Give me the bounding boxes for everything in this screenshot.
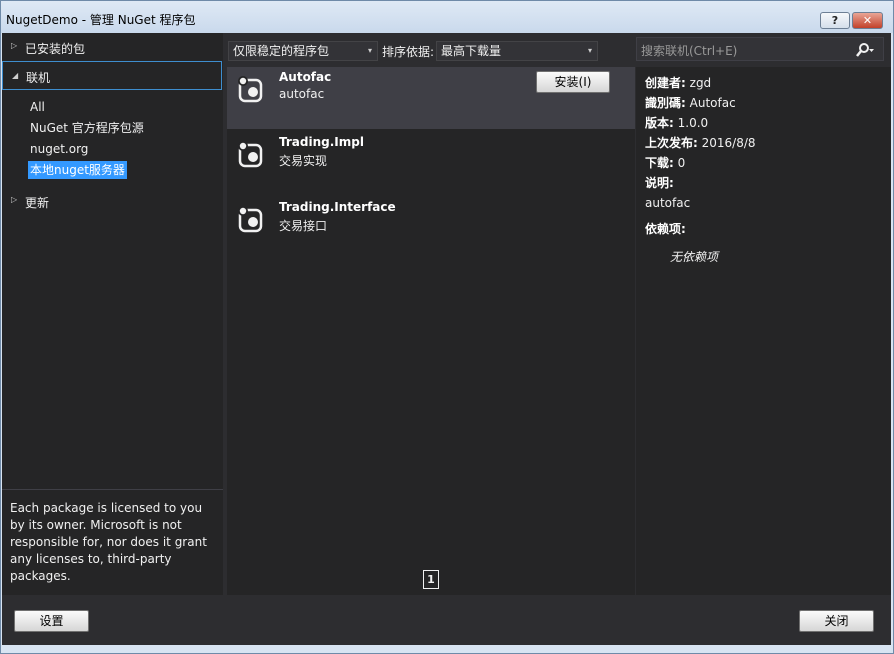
search-input[interactable]: 搜索联机(Ctrl+E) [636, 37, 884, 61]
dropdown-value: 仅限稳定的程序包 [233, 44, 330, 58]
package-details: 创建者: zgd 識別碼: Autofac 版本: 1.0.0 上次发布: 20… [636, 67, 891, 595]
package-item[interactable]: Trading.Interface 交易接口 [227, 197, 635, 259]
license-notice: Each package is licensed to you by its o… [2, 489, 223, 595]
detail-description: autofac [645, 196, 691, 210]
nuget-dialog: NugetDemo - 管理 NuGet 程序包 ? ✕ ▷ 已安装的包 ◢ 联… [0, 0, 894, 654]
chevron-down-icon: ▾ [587, 46, 592, 55]
package-description: 交易实现 [279, 154, 328, 168]
package-name: Trading.Interface [279, 200, 396, 214]
package-name: Trading.Impl [279, 135, 364, 149]
tree-item-label: 联机 [26, 71, 51, 85]
title-bar: NugetDemo - 管理 NuGet 程序包 ? ✕ [1, 1, 893, 33]
sort-dropdown[interactable]: 最高下载量 ▾ [436, 41, 598, 61]
search-icon[interactable] [856, 42, 874, 58]
package-description: 交易接口 [279, 219, 328, 233]
settings-button[interactable]: 设置 [14, 610, 89, 632]
sort-label: 排序依据: [382, 45, 435, 59]
package-list: Autofac autofac 安装(I) Trading.Impl 交易实现 [227, 67, 635, 595]
detail-creator: 创建者: zgd [645, 76, 712, 90]
detail-dependencies-label: 依赖项: [645, 222, 686, 236]
package-item[interactable]: Trading.Impl 交易实现 [227, 132, 635, 194]
package-item[interactable]: Autofac autofac 安装(I) [227, 67, 635, 129]
help-button[interactable]: ? [820, 12, 850, 29]
detail-downloads: 下载: 0 [645, 156, 686, 170]
expand-arrow-icon[interactable]: ▷ [11, 41, 17, 50]
source-item-local-server[interactable]: 本地nuget服务器 [28, 161, 127, 179]
package-icon [238, 76, 263, 103]
stability-filter-dropdown[interactable]: 仅限稳定的程序包 ▾ [228, 41, 378, 61]
chevron-down-icon: ▾ [367, 46, 372, 55]
page-1-button[interactable]: 1 [423, 570, 439, 589]
source-tree: ▷ 已安装的包 ◢ 联机 All NuGet 官方程序包源 nuget.org … [2, 33, 223, 595]
source-item-all[interactable]: All [28, 98, 47, 116]
detail-published: 上次发布: 2016/8/8 [645, 136, 756, 150]
tree-item-installed[interactable]: ▷ 已安装的包 [2, 34, 222, 60]
tree-item-label: 更新 [25, 196, 50, 210]
package-description: autofac [279, 87, 325, 101]
collapse-arrow-icon[interactable]: ◢ [12, 71, 18, 80]
detail-description-label: 说明: [645, 176, 674, 190]
close-button[interactable]: 关闭 [799, 610, 874, 632]
window-title: NugetDemo - 管理 NuGet 程序包 [6, 13, 196, 27]
tree-item-updates[interactable]: ▷ 更新 [2, 188, 222, 214]
tree-item-label: 已安装的包 [25, 42, 86, 56]
license-text: Each package is licensed to you by its o… [10, 501, 207, 583]
package-name: Autofac [279, 70, 332, 84]
search-placeholder: 搜索联机(Ctrl+E) [641, 44, 738, 58]
filter-bar: 仅限稳定的程序包 ▾ 排序依据: 最高下载量 ▾ [227, 38, 635, 61]
install-button[interactable]: 安装(I) [536, 71, 610, 93]
source-item-nuget-official[interactable]: NuGet 官方程序包源 [28, 119, 146, 137]
expand-arrow-icon[interactable]: ▷ [11, 195, 17, 204]
dialog-content: ▷ 已安装的包 ◢ 联机 All NuGet 官方程序包源 nuget.org … [2, 33, 891, 645]
package-icon [238, 141, 263, 168]
package-icon [238, 206, 263, 233]
detail-id: 識別碼: Autofac [645, 96, 736, 110]
dropdown-value: 最高下载量 [441, 44, 502, 58]
detail-version: 版本: 1.0.0 [645, 116, 709, 130]
detail-no-dependencies: 无依赖项 [670, 250, 719, 264]
tree-item-online[interactable]: ◢ 联机 [2, 61, 222, 90]
window-close-button[interactable]: ✕ [852, 12, 883, 29]
source-item-nuget-org[interactable]: nuget.org [28, 140, 90, 158]
